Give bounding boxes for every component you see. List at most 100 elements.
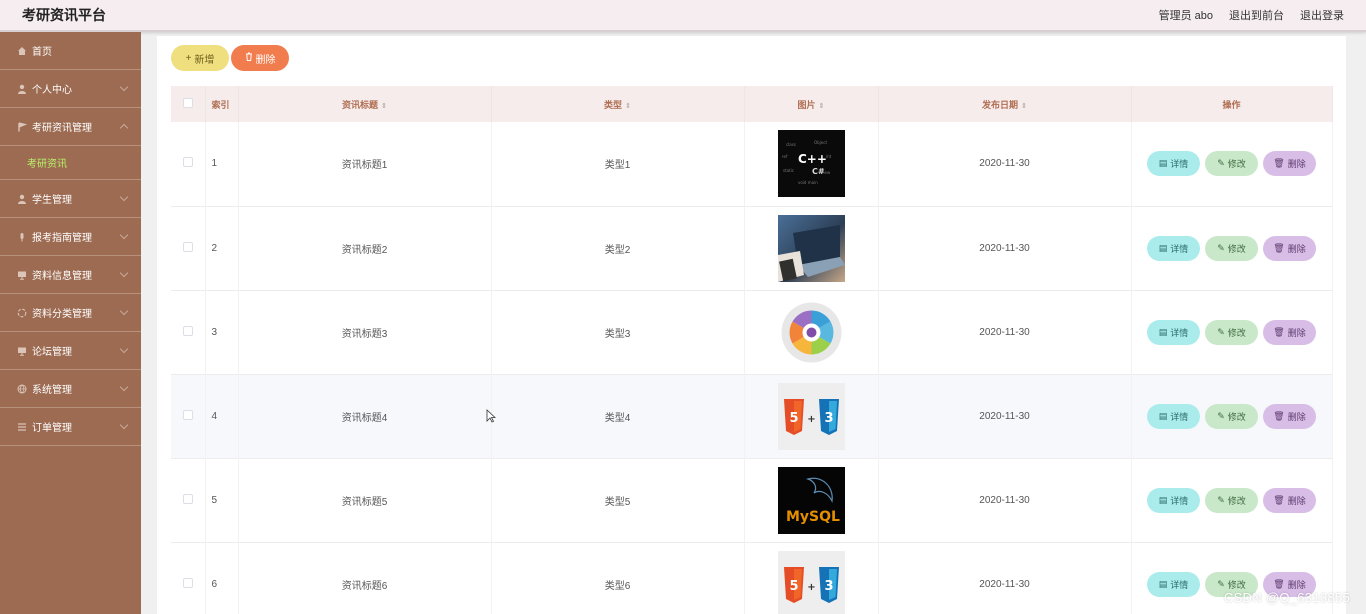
html5-css3-image: 5 +3 bbox=[777, 550, 845, 614]
monitor-icon bbox=[16, 345, 27, 356]
detail-button[interactable]: ▤ 详情 bbox=[1147, 319, 1200, 345]
edit-button[interactable]: ✎ 修改 bbox=[1205, 487, 1258, 513]
row-type: 类型6 bbox=[491, 542, 745, 614]
column-header-image[interactable]: 图片 ⇕ bbox=[744, 86, 879, 122]
row-index: 5 bbox=[205, 458, 239, 542]
column-header-title[interactable]: 资讯标题 ⇕ bbox=[238, 86, 492, 122]
edit-button[interactable]: ✎ 修改 bbox=[1205, 151, 1258, 177]
chevron-down-icon bbox=[119, 344, 129, 354]
row-checkbox[interactable] bbox=[182, 493, 193, 504]
svg-text:+: + bbox=[807, 414, 815, 425]
loading-icon bbox=[16, 307, 27, 318]
trash-icon: 🗑 bbox=[1273, 494, 1285, 505]
delete-button[interactable]: 🗑 删除 bbox=[1263, 235, 1316, 261]
sidebar-item-system[interactable]: 系统管理 bbox=[0, 370, 141, 408]
detail-button[interactable]: ▤ 详情 bbox=[1147, 235, 1200, 261]
row-checkbox[interactable] bbox=[182, 409, 193, 420]
select-all-cell[interactable] bbox=[171, 86, 206, 122]
delete-button[interactable]: 🗑 删除 bbox=[1263, 487, 1316, 513]
row-checkbox[interactable] bbox=[182, 157, 193, 168]
mouse-cursor-icon bbox=[486, 409, 497, 428]
trash-icon: 🗑 bbox=[1273, 578, 1285, 589]
sidebar-item-label: 论坛管理 bbox=[32, 347, 72, 358]
sort-icon[interactable]: ⇕ bbox=[819, 102, 825, 110]
document-icon: ▤ bbox=[1158, 578, 1168, 589]
sidebar-item-home[interactable]: 首页 bbox=[0, 32, 141, 70]
add-button[interactable]: + 新增 bbox=[171, 45, 229, 71]
sidebar-subitem-news[interactable]: 考研资讯 bbox=[0, 146, 141, 180]
column-header-type[interactable]: 类型 ⇕ bbox=[491, 86, 745, 122]
user-icon bbox=[16, 83, 27, 94]
row-date: 2020-11-30 bbox=[878, 458, 1132, 542]
sidebar-item-categories[interactable]: 资料分类管理 bbox=[0, 294, 141, 332]
row-checkbox[interactable] bbox=[182, 241, 193, 252]
sidebar-item-guide[interactable]: 报考指南管理 bbox=[0, 218, 141, 256]
sidebar-item-students[interactable]: 学生管理 bbox=[0, 180, 141, 218]
sidebar-item-label: 个人中心 bbox=[32, 85, 72, 96]
document-icon: ▤ bbox=[1158, 158, 1168, 169]
svg-text:5: 5 bbox=[789, 411, 798, 426]
table-row: 2 资讯标题2 类型2 2020-11-30 ▤ 详情 ✎ 修改 🗑 删除 bbox=[171, 206, 1333, 290]
row-type: 类型5 bbox=[491, 458, 745, 542]
table-row: 5 资讯标题5 类型5 MySQL 2020-11-30 ▤ 详情 ✎ 修改 🗑 删除 bbox=[171, 458, 1333, 542]
sidebar-item-orders[interactable]: 订单管理 bbox=[0, 408, 141, 446]
globe-icon bbox=[16, 383, 27, 394]
table-row: 1 资讯标题1 类型1 class Object static new void mai… bbox=[171, 122, 1333, 206]
edit-button[interactable]: ✎ 修改 bbox=[1205, 235, 1258, 261]
row-index: 3 bbox=[205, 290, 239, 374]
row-date: 2020-11-30 bbox=[878, 122, 1132, 206]
sidebar-item-materials[interactable]: 资料信息管理 bbox=[0, 256, 141, 294]
svg-text:3: 3 bbox=[824, 579, 833, 594]
svg-text:+: + bbox=[807, 582, 815, 593]
detail-button[interactable]: ▤ 详情 bbox=[1147, 403, 1200, 429]
svg-text:Object: Object bbox=[814, 140, 827, 145]
row-date: 2020-11-30 bbox=[878, 374, 1132, 458]
sort-icon[interactable]: ⇕ bbox=[1021, 102, 1027, 110]
svg-text:C#: C# bbox=[812, 167, 825, 176]
chevron-down-icon bbox=[119, 306, 129, 316]
sidebar-item-label: 首页 bbox=[32, 47, 52, 58]
row-title: 资讯标题3 bbox=[238, 290, 492, 374]
sidebar-item-label: 考研资讯管理 bbox=[32, 123, 92, 134]
row-index: 1 bbox=[205, 122, 239, 206]
row-date: 2020-11-30 bbox=[878, 290, 1132, 374]
column-header-date[interactable]: 发布日期 ⇕ bbox=[878, 86, 1132, 122]
delete-button[interactable]: 🗑 删除 bbox=[1263, 319, 1316, 345]
home-icon bbox=[16, 45, 27, 56]
svg-text:5: 5 bbox=[789, 579, 798, 594]
sort-icon[interactable]: ⇕ bbox=[381, 102, 387, 110]
row-checkbox[interactable] bbox=[182, 577, 193, 588]
plus-icon: + bbox=[185, 52, 192, 64]
edit-button[interactable]: ✎ 修改 bbox=[1205, 319, 1258, 345]
row-type: 类型3 bbox=[491, 290, 745, 374]
detail-button[interactable]: ▤ 详情 bbox=[1147, 571, 1200, 597]
pencil-icon: ✎ bbox=[1217, 494, 1225, 505]
select-all-checkbox[interactable] bbox=[182, 98, 193, 108]
circle-diagram-image bbox=[777, 298, 845, 366]
row-date: 2020-11-30 bbox=[878, 206, 1132, 290]
sidebar-item-forum[interactable]: 论坛管理 bbox=[0, 332, 141, 370]
logout-link[interactable]: 退出登录 bbox=[1300, 7, 1344, 23]
sidebar-item-label: 报考指南管理 bbox=[32, 233, 92, 244]
pencil-icon: ✎ bbox=[1217, 326, 1225, 337]
sort-icon[interactable]: ⇕ bbox=[625, 102, 631, 110]
delete-button[interactable]: 🗑 删除 bbox=[1263, 151, 1316, 177]
svg-text:C++: C++ bbox=[798, 152, 827, 166]
top-header: 考研资讯平台 管理员 abo 退出到前台 退出登录 bbox=[0, 0, 1366, 32]
row-checkbox[interactable] bbox=[182, 325, 193, 336]
chevron-down-icon bbox=[119, 420, 129, 430]
mysql-logo-image: MySQL bbox=[777, 466, 845, 534]
batch-delete-button[interactable]: 删除 bbox=[231, 45, 289, 71]
detail-button[interactable]: ▤ 详情 bbox=[1147, 487, 1200, 513]
chevron-down-icon bbox=[119, 192, 129, 202]
laptop-photo-image bbox=[777, 214, 845, 282]
sidebar-item-label: 订单管理 bbox=[32, 423, 72, 434]
edit-button[interactable]: ✎ 修改 bbox=[1205, 403, 1258, 429]
sidebar-item-profile[interactable]: 个人中心 bbox=[0, 70, 141, 108]
exit-to-front-link[interactable]: 退出到前台 bbox=[1229, 7, 1284, 23]
admin-user-label[interactable]: 管理员 abo bbox=[1159, 7, 1213, 23]
detail-button[interactable]: ▤ 详情 bbox=[1147, 151, 1200, 177]
delete-button[interactable]: 🗑 删除 bbox=[1263, 403, 1316, 429]
list-icon bbox=[16, 421, 27, 432]
sidebar-item-news-management[interactable]: 考研资讯管理 bbox=[0, 108, 141, 146]
